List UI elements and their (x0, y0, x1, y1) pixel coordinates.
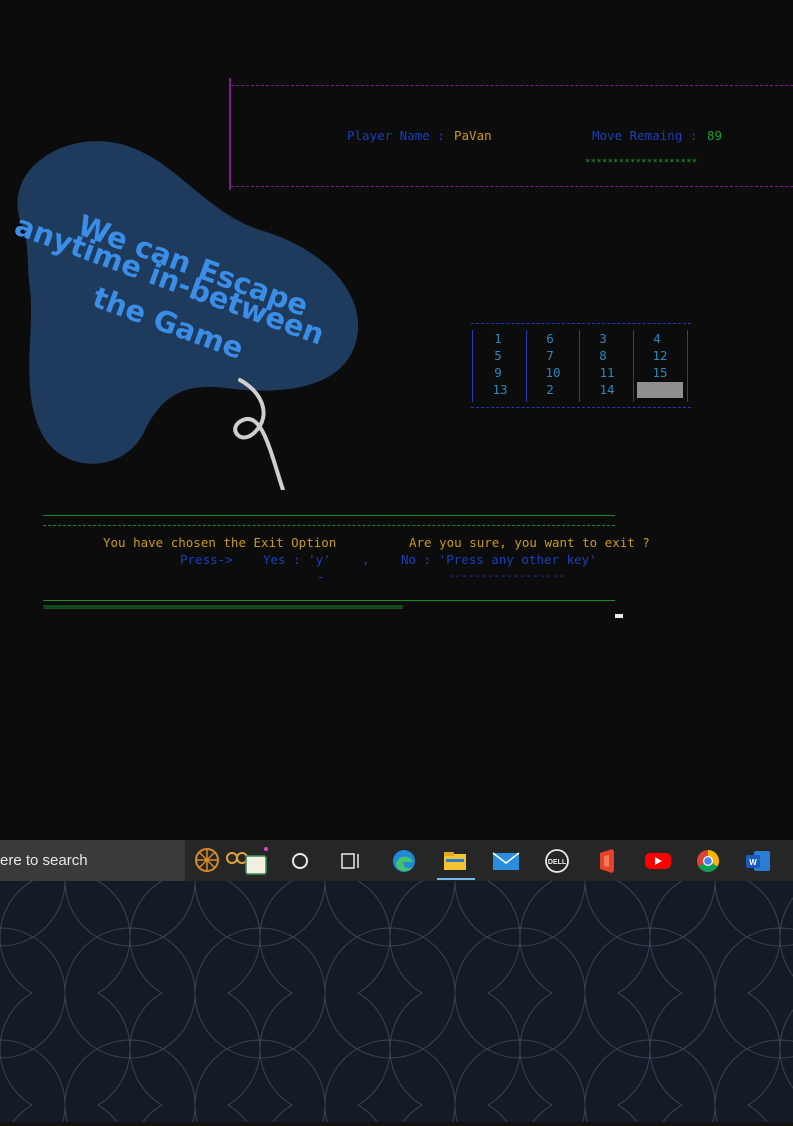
exit-bottom-double-rule: ========================================… (43, 602, 403, 613)
moves-bar: ******************** (585, 158, 698, 168)
active-app-indicator (437, 878, 475, 880)
press-label: Press-> (180, 552, 233, 567)
board-divider (579, 330, 580, 402)
taskbar-search[interactable]: ere to search (0, 840, 185, 881)
word-icon[interactable]: W (744, 848, 772, 874)
tile: 15 (652, 365, 668, 380)
no-underline: ------------------ (448, 569, 566, 582)
edge-icon[interactable] (390, 848, 418, 874)
board-top-border (471, 323, 691, 324)
exit-bottom-rule (43, 600, 615, 601)
no-option: No : 'Press any other key' (401, 552, 597, 567)
tile: 5 (494, 348, 502, 363)
player-name-value: PaVan (454, 128, 492, 143)
board-divider (633, 330, 634, 402)
tile: 6 (546, 331, 554, 346)
board-divider (472, 330, 473, 402)
office-icon[interactable] (593, 848, 621, 874)
svg-text:W: W (749, 858, 757, 867)
chrome-icon[interactable] (694, 848, 722, 874)
curly-arrow (233, 378, 285, 492)
tile: 4 (653, 331, 661, 346)
tile: 1 (494, 331, 502, 346)
board-divider (687, 330, 688, 402)
tile: 14 (599, 382, 615, 397)
search-highlight-icon[interactable] (190, 847, 270, 875)
tile: 8 (599, 348, 607, 363)
cortana-icon[interactable] (286, 848, 314, 874)
exit-message: You have chosen the Exit Option (103, 535, 337, 550)
board-bottom-border (471, 407, 691, 408)
empty-tile (637, 382, 683, 398)
puzzle-board: 1 6 3 4 5 7 8 12 9 10 11 15 13 2 14 (471, 322, 691, 410)
tile: 3 (599, 331, 607, 346)
exit-top-rule (43, 515, 615, 516)
task-view-icon[interactable] (337, 848, 365, 874)
exit-question: Are you sure, you want to exit ? (409, 535, 650, 550)
tile: 10 (545, 365, 561, 380)
yes-underline: - (317, 569, 325, 584)
tile: 7 (546, 348, 554, 363)
youtube-icon[interactable] (644, 848, 672, 874)
text-cursor (615, 614, 623, 618)
yes-option: Yes : 'y' (263, 552, 331, 567)
header-top-border (231, 85, 793, 86)
tile: 13 (492, 382, 508, 397)
file-explorer-icon[interactable] (441, 848, 469, 874)
tile: 2 (546, 382, 554, 397)
board-divider (526, 330, 527, 402)
tile: 11 (599, 365, 615, 380)
moves-remaining-value: 89 (707, 128, 723, 143)
dell-icon[interactable]: DELL (543, 848, 571, 874)
search-placeholder: ere to search (0, 852, 88, 869)
tile: 12 (652, 348, 668, 363)
desktop-wallpaper (0, 881, 793, 1122)
tile: 9 (494, 365, 502, 380)
moves-remaining-label: Move Remaing : (592, 128, 705, 143)
svg-text:DELL: DELL (548, 859, 567, 866)
taskbar: ere to search DELL W (0, 840, 793, 881)
annotation-callout: We can Escape anytime in-between the Gam… (0, 130, 370, 492)
exit-top-dashes (43, 525, 615, 526)
option-separator: , (362, 552, 370, 567)
mail-icon[interactable] (492, 848, 520, 874)
flower-of-life-pattern (0, 881, 793, 1122)
